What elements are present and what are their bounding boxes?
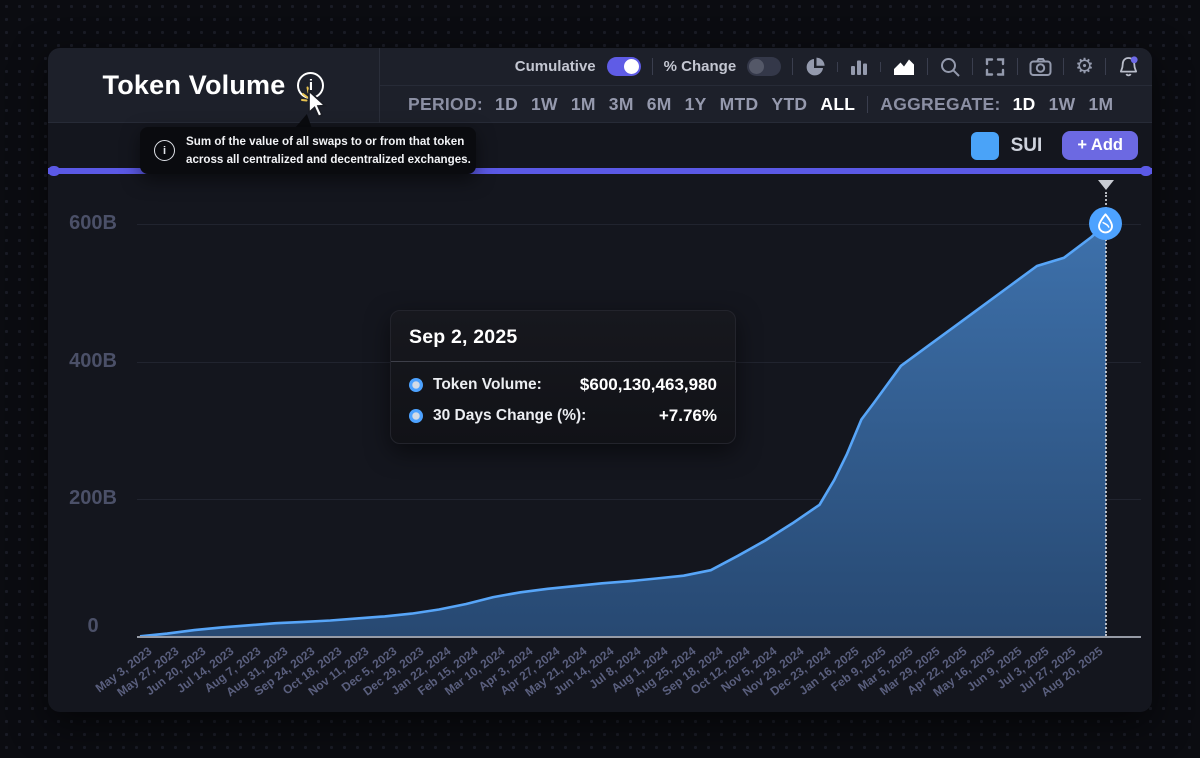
period-options: 1D 1W 1M 3M 6M 1Y MTD YTD ALL [495, 94, 855, 115]
divider [391, 361, 735, 362]
tooltip-row-label: 30 Days Change (%): [433, 407, 586, 425]
controls-row: Cumulative % Change [380, 48, 1152, 86]
cumulative-toggle[interactable] [607, 57, 641, 76]
divider [1063, 58, 1064, 75]
y-axis-label: 0 [48, 615, 138, 638]
tooltip-row-value: +7.76% [659, 406, 717, 426]
pct-change-toggle[interactable] [747, 57, 781, 76]
page-title: Token Volume [103, 70, 286, 101]
info-tooltip: i Sum of the value of all swaps to or fr… [140, 127, 476, 174]
period-option-ytd[interactable]: YTD [771, 94, 807, 115]
period-option-1y[interactable]: 1Y [685, 94, 707, 115]
mouse-cursor [300, 84, 334, 125]
sui-droplet-icon[interactable] [1089, 207, 1122, 240]
period-option-1m[interactable]: 1M [571, 94, 596, 115]
period-option-3m[interactable]: 3M [609, 94, 634, 115]
period-label: PERIOD: [408, 94, 483, 115]
divider [867, 96, 868, 113]
widget-header: Token Volume i Cumulative % Change [48, 48, 1152, 123]
marker-dotted-line [1105, 192, 1107, 636]
screenshot-camera-icon[interactable] [1029, 57, 1052, 77]
y-axis-label: 400B [48, 350, 138, 373]
divider [1105, 58, 1106, 75]
sui-legend-swatch[interactable] [971, 132, 999, 160]
period-option-mtd[interactable]: MTD [720, 94, 759, 115]
series-bullet-icon [409, 409, 423, 423]
toggle-knob [749, 59, 764, 74]
search-icon[interactable] [939, 56, 961, 78]
divider [972, 58, 973, 75]
tooltip-date: Sep 2, 2025 [409, 326, 717, 349]
divider [652, 58, 653, 75]
aggregate-label: AGGREGATE: [880, 94, 1000, 115]
tooltip-row: 30 Days Change (%): +7.76% [409, 406, 717, 426]
token-volume-widget: Token Volume i Cumulative % Change [48, 48, 1152, 712]
period-option-1w[interactable]: 1W [531, 94, 558, 115]
sui-legend-label[interactable]: SUI [1011, 135, 1043, 157]
tooltip-row-value: $600,130,463,980 [580, 375, 717, 395]
area-chart-icon[interactable] [892, 57, 916, 77]
period-option-1d[interactable]: 1D [495, 94, 518, 115]
pie-chart-icon[interactable] [804, 56, 826, 78]
period-option-all[interactable]: ALL [820, 94, 855, 115]
cumulative-toggle-label: Cumulative [515, 58, 596, 75]
chart-tooltip: Sep 2, 2025 Token Volume: $600,130,463,98… [390, 310, 736, 444]
divider [837, 62, 838, 72]
click-sparkle-icon [302, 88, 309, 101]
divider [927, 58, 928, 75]
y-axis-label: 200B [48, 487, 138, 510]
aggregate-option-1w[interactable]: 1W [1049, 94, 1076, 115]
tooltip-row-label: Token Volume: [433, 376, 542, 394]
series-bullet-icon [409, 378, 423, 392]
divider [792, 58, 793, 75]
divider [880, 62, 881, 72]
aggregate-option-1m[interactable]: 1M [1088, 94, 1113, 115]
bar-chart-icon[interactable] [849, 57, 869, 77]
info-tooltip-text: Sum of the value of all swaps to or from… [186, 133, 471, 168]
add-token-button[interactable]: + Add [1062, 131, 1138, 160]
divider [1017, 58, 1018, 75]
chart-area[interactable]: Sep 2, 2025 Token Volume: $600,130,463,98… [48, 174, 1152, 712]
y-axis-label: 600B [48, 212, 138, 235]
aggregate-options: 1D 1W 1M [1013, 94, 1114, 115]
x-axis-line [137, 636, 1141, 638]
tooltip-row: Token Volume: $600,130,463,980 [409, 375, 717, 395]
notifications-bell-icon[interactable] [1117, 55, 1140, 78]
period-option-6m[interactable]: 6M [647, 94, 672, 115]
settings-gear-icon[interactable]: ⚙ [1075, 56, 1094, 77]
pct-change-toggle-label: % Change [664, 58, 737, 75]
info-icon: i [154, 140, 175, 161]
period-bar: PERIOD: 1D 1W 1M 3M 6M 1Y MTD YTD ALL AGGREGATE:… [380, 86, 1152, 123]
toggle-knob [624, 59, 639, 74]
fullscreen-icon[interactable] [984, 56, 1006, 78]
marker-triangle-icon[interactable] [1098, 180, 1114, 190]
aggregate-option-1d[interactable]: 1D [1013, 94, 1036, 115]
